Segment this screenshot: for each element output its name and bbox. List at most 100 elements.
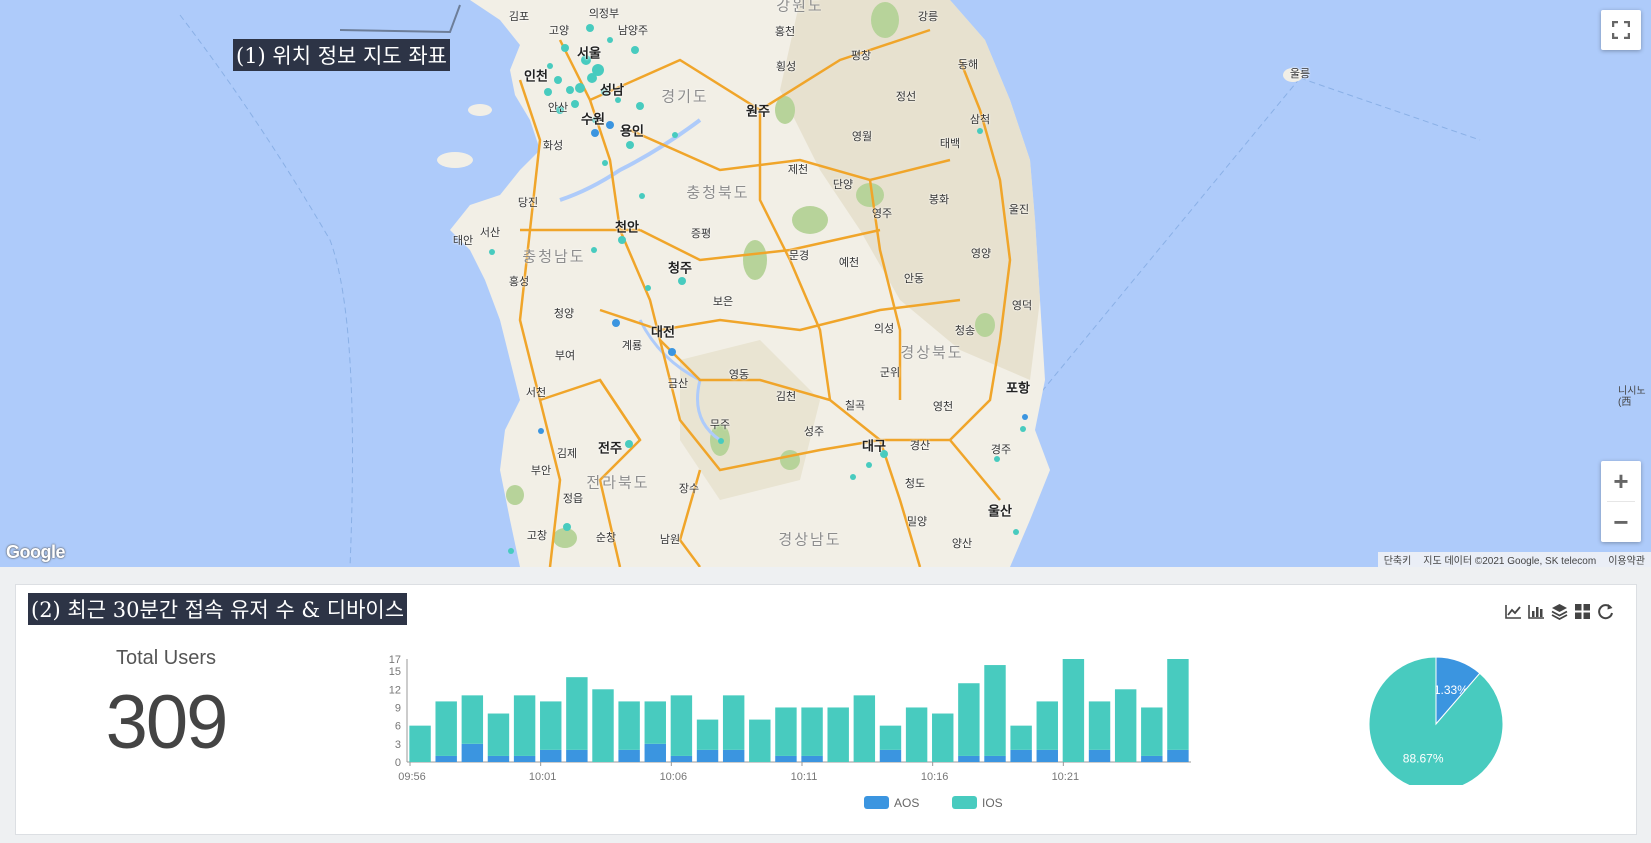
legend-swatch-aos	[864, 796, 889, 809]
city-label: 남양주	[617, 25, 649, 37]
legend-label-aos: AOS	[894, 796, 919, 810]
stack-icon[interactable]	[1551, 603, 1568, 620]
city-label: 영덕	[1011, 300, 1033, 312]
city-label: 서울	[577, 45, 601, 61]
y-tick-label: 3	[395, 739, 401, 751]
bar-aos	[461, 743, 484, 762]
fullscreen-button[interactable]	[1601, 10, 1641, 50]
bar-aos	[696, 749, 719, 762]
y-tick-label: 0	[395, 757, 401, 769]
map-section-title: (1) 위치 정보 지도 좌표	[233, 39, 451, 71]
city-label: 청양	[553, 308, 575, 320]
city-label: 장수	[678, 483, 700, 495]
city-label: 고창	[526, 530, 548, 542]
city-label: 영동	[728, 369, 750, 381]
bar-aos	[1010, 749, 1032, 762]
terms-link[interactable]: 이용약관	[1608, 552, 1645, 567]
x-tick-label: 10:06	[660, 771, 688, 783]
city-label: 홍천	[774, 26, 796, 38]
province-label: 충청남도	[522, 248, 586, 266]
bar-ios	[984, 665, 1006, 756]
bar-aos	[670, 755, 693, 762]
total-users-value: 309	[105, 680, 229, 765]
bar-ios	[461, 695, 484, 744]
total-users-label: Total Users	[115, 647, 217, 669]
city-label: 청도	[904, 478, 926, 490]
city-label: 의성	[873, 323, 895, 335]
y-tick-label: 9	[395, 702, 401, 714]
bar-ios	[696, 719, 719, 750]
city-label: 성남	[600, 82, 624, 98]
bar-ios	[722, 695, 745, 750]
bar-ios	[801, 707, 823, 756]
pie-slice-ios	[1368, 656, 1504, 785]
x-tick-label: 10:21	[1052, 771, 1080, 783]
bar-ios	[1036, 701, 1058, 750]
city-label: 화성	[542, 140, 564, 152]
bar-aos	[958, 755, 980, 762]
bar-ios	[932, 713, 954, 762]
city-label: 대구	[862, 438, 886, 454]
bar-aos	[775, 755, 797, 762]
bar-ios	[592, 689, 614, 762]
grid-icon[interactable]	[1574, 603, 1591, 620]
bar-aos	[540, 749, 562, 762]
bar-ios	[1088, 701, 1111, 750]
city-label: 경주	[990, 444, 1012, 456]
city-label: 동해	[957, 59, 979, 71]
city-label: 봉화	[928, 194, 950, 206]
city-label: 수원	[581, 111, 605, 127]
city-label: 무주	[709, 419, 731, 431]
province-label: 경상남도	[778, 531, 842, 549]
city-label: 제천	[787, 164, 809, 176]
city-label: 순창	[595, 532, 617, 544]
city-label: 김천	[775, 391, 797, 403]
province-label: 경기도	[661, 88, 709, 106]
city-label: 대전	[651, 324, 675, 340]
city-label: 정읍	[562, 493, 584, 505]
bar-chart-icon[interactable]	[1528, 603, 1545, 620]
city-label: 영주	[871, 208, 893, 220]
bar-aos	[722, 749, 745, 762]
line-chart-icon[interactable]	[1505, 603, 1522, 620]
bar-aos	[1141, 755, 1163, 762]
fullscreen-icon	[1612, 21, 1630, 39]
city-label: 양산	[951, 538, 973, 550]
edge-label-line-2: (西	[1618, 397, 1632, 408]
edge-label-line-1: 니시노	[1618, 386, 1646, 397]
refresh-icon[interactable]	[1597, 603, 1614, 620]
y-tick-label: 17	[389, 654, 401, 666]
city-label: 영천	[932, 401, 954, 413]
city-label: 평창	[850, 50, 872, 62]
city-label: 정선	[895, 91, 917, 103]
zoom-out-button[interactable]: −	[1601, 502, 1641, 542]
city-label: 안산	[547, 102, 569, 114]
city-label: 당진	[517, 197, 539, 209]
bar-ios	[409, 725, 431, 762]
map-view[interactable]: 경기도 충청북도 충청남도 경상북도 전라북도 경상남도 강원도 의정부 김포 고양 남양주 서울 인…	[0, 0, 1651, 567]
city-label: 고양	[548, 25, 570, 37]
bar-aos	[487, 755, 510, 762]
city-label: 보은	[712, 296, 734, 308]
bar-ios	[540, 701, 562, 750]
x-tick-label: 10:16	[921, 771, 949, 783]
bar-aos	[513, 755, 536, 762]
city-label: 포항	[1006, 380, 1030, 396]
chart-toolbar	[1505, 603, 1614, 620]
city-label: 원주	[746, 103, 770, 119]
pie-label-ios: 88.67%	[1403, 752, 1444, 766]
city-label: 울산	[988, 503, 1012, 519]
bar-ios	[775, 707, 797, 756]
users-devices-panel: (2) 최근 30분간 접속 유저 수 & 디바이스 Total Users 3…	[15, 584, 1637, 835]
city-label: 안동	[903, 273, 925, 285]
y-tick-label: 6	[395, 721, 401, 733]
city-label: 울릉	[1289, 68, 1311, 80]
bar-aos	[1036, 749, 1058, 762]
keyboard-shortcuts-link[interactable]: 단축키	[1384, 552, 1412, 567]
zoom-in-button[interactable]: +	[1601, 461, 1641, 501]
bar-ios	[1114, 689, 1137, 762]
bar-ios	[566, 677, 588, 750]
city-label: 경산	[909, 440, 931, 452]
bar-aos	[435, 755, 457, 762]
bar-ios	[435, 701, 457, 756]
